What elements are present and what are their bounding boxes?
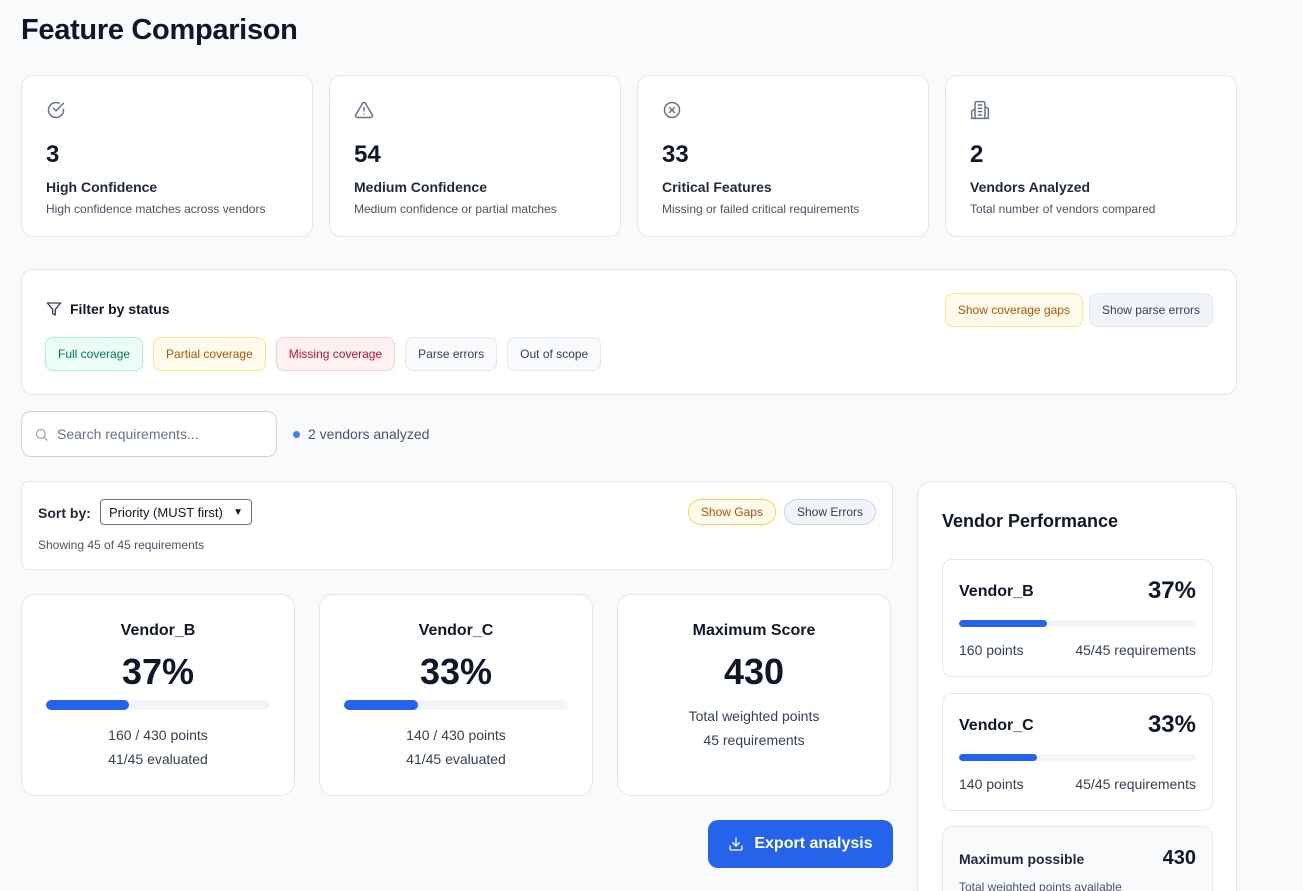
- filter-title-label: Filter by status: [70, 301, 170, 317]
- vendor-evaluated: 41/45 evaluated: [406, 751, 506, 767]
- progress-bar: [46, 700, 270, 710]
- sort-select[interactable]: Priority (MUST first) ▼: [100, 499, 252, 525]
- vendor-requirements: 45/45 requirements: [1075, 776, 1196, 792]
- stat-description: Missing or failed critical requirements: [662, 202, 860, 216]
- chip-parse-errors[interactable]: Parse errors: [405, 337, 498, 371]
- score-cards-row: Vendor_B 37% 160 / 430 points 41/45 eval…: [21, 594, 891, 796]
- sort-actions: Show Gaps Show Errors: [687, 499, 876, 525]
- vendor-name: Vendor_C: [959, 717, 1034, 734]
- max-score-line1: Total weighted points: [688, 708, 820, 724]
- vendor-name: Vendor_C: [418, 622, 494, 639]
- showing-count: Showing 45 of 45 requirements: [38, 538, 205, 552]
- sort-panel: Sort by: Priority (MUST first) ▼ Showing…: [21, 481, 893, 570]
- score-card-vendor-c: Vendor_C 33% 140 / 430 points 41/45 eval…: [319, 594, 593, 796]
- sort-label: Sort by:: [38, 505, 91, 521]
- score-card-vendor-b: Vendor_B 37% 160 / 430 points 41/45 eval…: [21, 594, 295, 796]
- chip-full-coverage[interactable]: Full coverage: [45, 337, 144, 371]
- progress-fill: [959, 620, 1047, 627]
- vendor-requirements: 45/45 requirements: [1075, 642, 1196, 658]
- max-possible-description: Total weighted points available: [959, 880, 1122, 891]
- vendor-percent: 33%: [1147, 711, 1196, 738]
- progress-bar: [344, 700, 568, 710]
- progress-bar: [959, 620, 1196, 627]
- performance-item-vendor-b: Vendor_B 37% 160 points 45/45 requiremen…: [942, 559, 1213, 677]
- status-chip-row: Full coverage Partial coverage Missing c…: [45, 337, 602, 371]
- vendor-name: Vendor_B: [959, 583, 1034, 600]
- warning-triangle-icon: [354, 101, 374, 119]
- chip-missing-coverage[interactable]: Missing coverage: [275, 337, 396, 371]
- search-icon: [35, 428, 48, 441]
- vendor-performance-panel: Vendor Performance Vendor_B 37% 160 poin…: [917, 481, 1237, 891]
- stat-value: 3: [46, 141, 60, 168]
- max-possible-label: Maximum possible: [959, 851, 1085, 867]
- stat-description: Total number of vendors compared: [970, 202, 1156, 216]
- score-card-maximum: Maximum Score 430 Total weighted points …: [617, 594, 891, 796]
- stat-card-medium-confidence: 54 Medium Confidence Medium confidence o…: [329, 75, 621, 237]
- show-errors-button[interactable]: Show Errors: [783, 499, 876, 525]
- performance-item-vendor-c: Vendor_C 33% 140 points 45/45 requiremen…: [942, 693, 1213, 811]
- export-analysis-button[interactable]: Export analysis: [708, 820, 893, 868]
- stat-value: 54: [354, 141, 381, 168]
- max-score-line2: 45 requirements: [703, 732, 805, 748]
- progress-fill: [344, 700, 418, 710]
- show-coverage-gaps-button[interactable]: Show coverage gaps: [944, 293, 1083, 327]
- stat-label: High Confidence: [46, 179, 158, 195]
- search-box: [21, 411, 277, 457]
- check-circle-icon: [47, 101, 65, 119]
- progress-bar: [959, 754, 1196, 761]
- progress-fill: [46, 700, 129, 710]
- vendor-percent: 37%: [1147, 577, 1196, 604]
- stats-row: 3 High Confidence High confidence matche…: [21, 75, 1237, 237]
- export-label: Export analysis: [754, 835, 873, 852]
- vendor-name: Vendor_B: [120, 622, 196, 639]
- max-score-title: Maximum Score: [692, 622, 816, 639]
- max-score-value: 430: [723, 651, 785, 692]
- chevron-down-icon: ▼: [233, 506, 243, 518]
- stat-card-high-confidence: 3 High Confidence High confidence matche…: [21, 75, 313, 237]
- vendor-percent: 37%: [121, 651, 195, 692]
- max-possible-value: 430: [1162, 847, 1196, 869]
- vendors-analyzed-indicator: 2 vendors analyzed: [293, 426, 429, 442]
- vendor-points: 160 / 430 points: [108, 727, 208, 743]
- x-circle-icon: [663, 101, 681, 119]
- show-parse-errors-button[interactable]: Show parse errors: [1088, 293, 1213, 327]
- chip-out-of-scope[interactable]: Out of scope: [507, 337, 602, 371]
- vendor-points: 160 points: [959, 642, 1024, 658]
- filter-panel: Filter by status Show coverage gaps Show…: [21, 269, 1237, 395]
- chip-partial-coverage[interactable]: Partial coverage: [153, 337, 266, 371]
- stat-description: Medium confidence or partial matches: [354, 202, 557, 216]
- stat-value: 33: [662, 141, 689, 168]
- stat-description: High confidence matches across vendors: [46, 202, 266, 216]
- stat-label: Vendors Analyzed: [970, 179, 1091, 195]
- performance-maximum: Maximum possible 430 Total weighted poin…: [942, 826, 1213, 891]
- stat-label: Critical Features: [662, 179, 772, 195]
- sort-select-value: Priority (MUST first): [109, 504, 223, 520]
- vendor-points: 140 / 430 points: [406, 727, 506, 743]
- stat-card-critical-features: 33 Critical Features Missing or failed c…: [637, 75, 929, 237]
- filter-actions: Show coverage gaps Show parse errors: [944, 293, 1213, 327]
- stat-label: Medium Confidence: [354, 179, 488, 195]
- status-dot: [293, 430, 300, 438]
- progress-fill: [959, 754, 1038, 761]
- building-icon: [970, 100, 990, 120]
- download-icon: [729, 837, 744, 851]
- page-title: Feature Comparison: [21, 14, 298, 46]
- vendor-percent: 33%: [419, 651, 493, 692]
- show-gaps-button[interactable]: Show Gaps: [687, 499, 776, 525]
- vendor-points: 140 points: [959, 776, 1024, 792]
- stat-card-vendors-analyzed: 2 Vendors Analyzed Total number of vendo…: [945, 75, 1237, 237]
- vendor-performance-title: Vendor Performance: [942, 511, 1119, 531]
- filter-title: Filter by status: [46, 301, 170, 317]
- stat-value: 2: [970, 141, 984, 168]
- search-input[interactable]: [57, 426, 257, 442]
- vendors-analyzed-text: 2 vendors analyzed: [308, 426, 430, 442]
- vendor-evaluated: 41/45 evaluated: [108, 751, 208, 767]
- filter-icon: [46, 302, 62, 316]
